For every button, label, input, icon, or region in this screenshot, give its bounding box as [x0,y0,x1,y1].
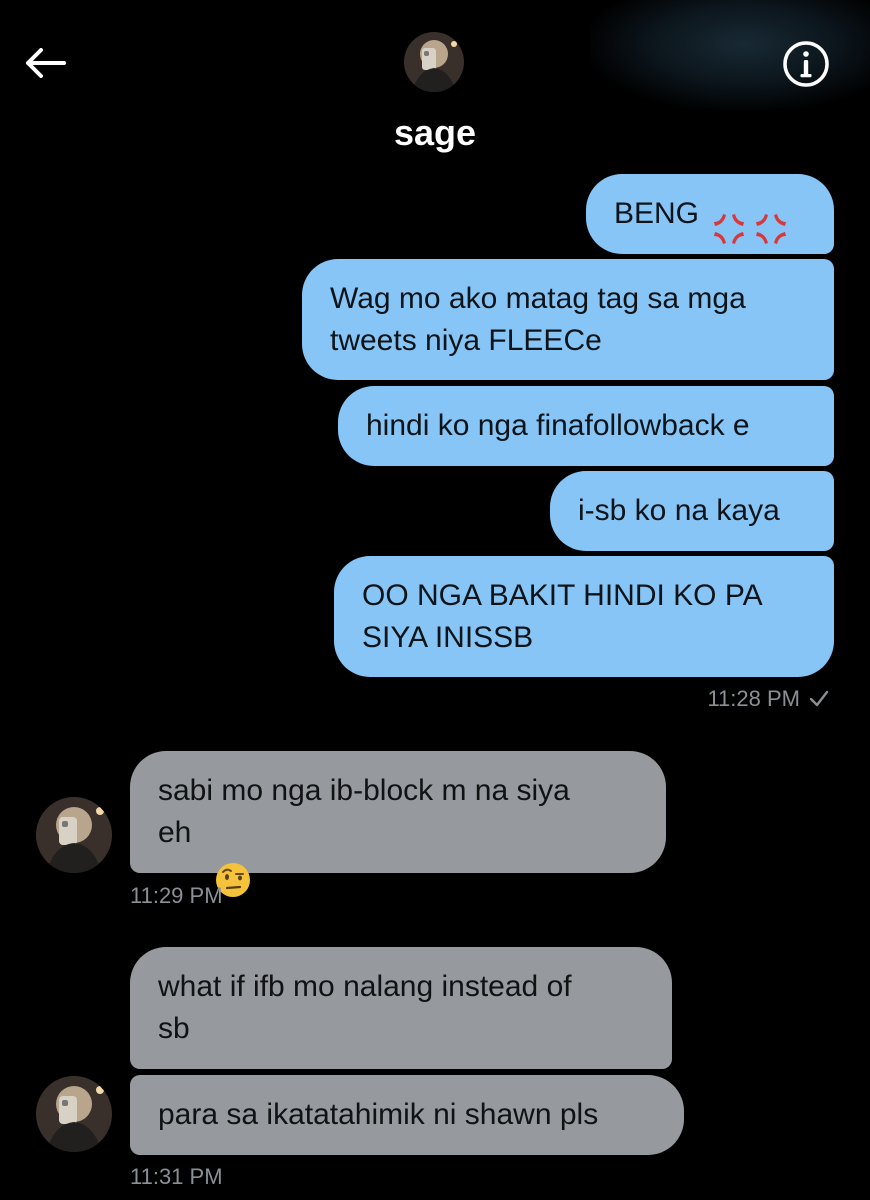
contact-avatar[interactable] [404,32,464,92]
incoming-message[interactable]: sabi mo nga ib-block m na siya eh [130,751,666,897]
arrow-left-icon [26,48,66,78]
conversation-header: sage [0,0,870,170]
anger-symbol-icon [753,169,789,259]
timestamp-outgoing: 11:28 PM [707,686,830,712]
info-button[interactable] [780,38,832,90]
timestamp-incoming: 11:29 PM [130,883,223,908]
message-text: para sa ikatatahimik ni shawn pls [158,1098,599,1131]
incoming-message[interactable]: what if ifb mo nalang instead of sb [130,947,672,1069]
outgoing-message[interactable]: i-sb ko na kaya [550,471,834,551]
timestamp-text: 11:28 PM [707,686,800,711]
message-text: what if ifb mo nalang instead of sb [158,970,572,1045]
anger-symbol-icon [711,169,747,259]
outgoing-message[interactable]: hindi ko nga finafollowback e [338,386,834,466]
message-text: Wag mo ako matag tag sa mga tweets niya … [330,281,746,357]
message-text: BENG [614,197,700,230]
incoming-message[interactable]: para sa ikatatahimik ni shawn pls [130,1075,684,1155]
conversation-title: sage [393,112,477,153]
message-text: hindi ko nga finafollowback e [366,409,750,442]
outgoing-message[interactable]: OO NGA BAKIT HINDI KO PA SIYA INISSB [334,556,834,677]
contact-avatar[interactable] [36,797,112,873]
checkmark-icon [809,690,829,707]
back-button[interactable] [20,40,70,86]
outgoing-message[interactable]: Wag mo ako matag tag sa mga tweets niya … [302,259,834,380]
message-text: i-sb ko na kaya [578,494,780,527]
outgoing-message[interactable]: BENG [586,174,834,254]
contact-avatar[interactable] [36,1076,112,1152]
info-circle-icon [783,41,829,87]
timestamp-incoming: 11:31 PM [130,1164,223,1189]
message-text: OO NGA BAKIT HINDI KO PA SIYA INISSB [362,578,763,654]
